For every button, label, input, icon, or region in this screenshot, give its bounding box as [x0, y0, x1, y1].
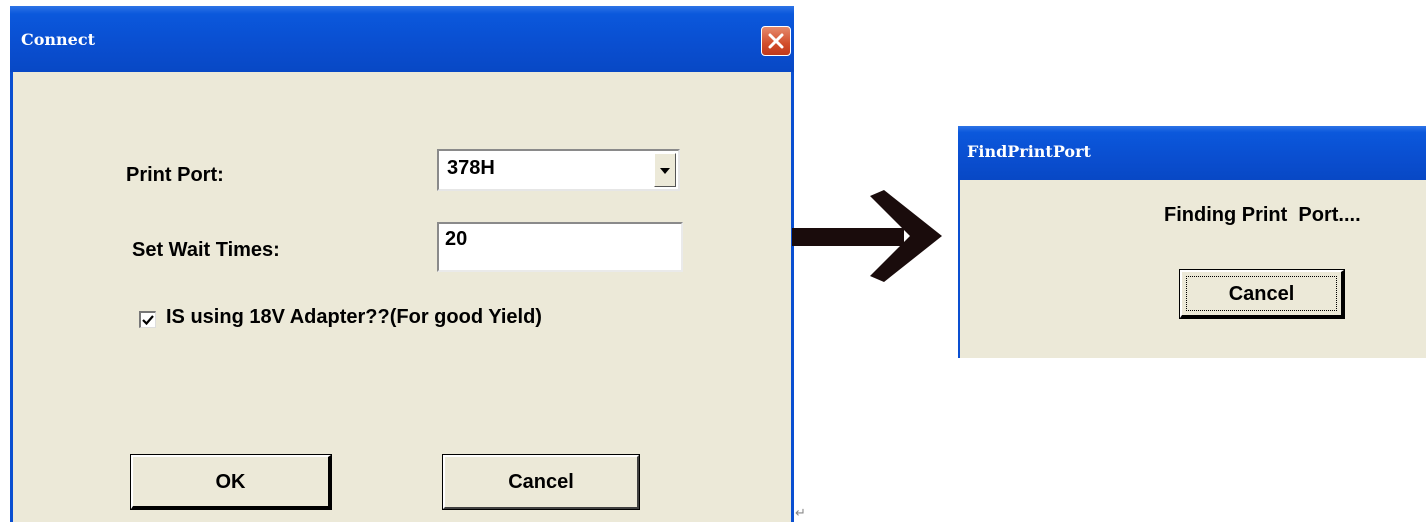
find-print-port-dialog: FindPrintPort Finding Print Port.... Can… [958, 126, 1426, 358]
print-port-value: 378H [447, 157, 495, 179]
print-port-dropdown-button[interactable] [654, 153, 676, 187]
connect-title: Connect [21, 30, 95, 49]
connect-client-area: Print Port: 378H Set Wait Times: 20 IS u… [13, 72, 791, 522]
close-button[interactable] [761, 26, 791, 56]
find-titlebar[interactable]: FindPrintPort [958, 126, 1426, 180]
wait-times-value: 20 [445, 228, 468, 250]
connect-titlebar[interactable]: Connect [10, 6, 794, 72]
arrow-right-icon [792, 190, 942, 282]
print-port-select[interactable]: 378H [437, 149, 680, 191]
wait-times-input[interactable]: 20 [437, 222, 683, 272]
connect-dialog: Connect Print Port: 378H Set Wait Times:… [10, 6, 794, 522]
cancel-button[interactable]: Cancel [442, 454, 640, 510]
ok-button[interactable]: OK [130, 454, 332, 510]
find-cancel-button[interactable]: Cancel [1179, 269, 1345, 319]
adapter-checkbox[interactable] [139, 311, 156, 328]
adapter-checkbox-label[interactable]: IS using 18V Adapter??(For good Yield) [166, 306, 542, 329]
print-port-label: Print Port: [126, 164, 224, 186]
close-icon [768, 33, 784, 49]
chevron-down-icon [660, 168, 670, 174]
finding-message: Finding Print Port.... [1164, 204, 1361, 226]
wait-times-label: Set Wait Times: [132, 239, 280, 261]
checkmark-icon [142, 315, 154, 326]
find-title: FindPrintPort [967, 142, 1091, 161]
find-client-area: Finding Print Port.... Cancel [960, 180, 1426, 358]
find-cancel-label: Cancel [1228, 283, 1295, 305]
return-mark: ↵ [795, 505, 806, 520]
